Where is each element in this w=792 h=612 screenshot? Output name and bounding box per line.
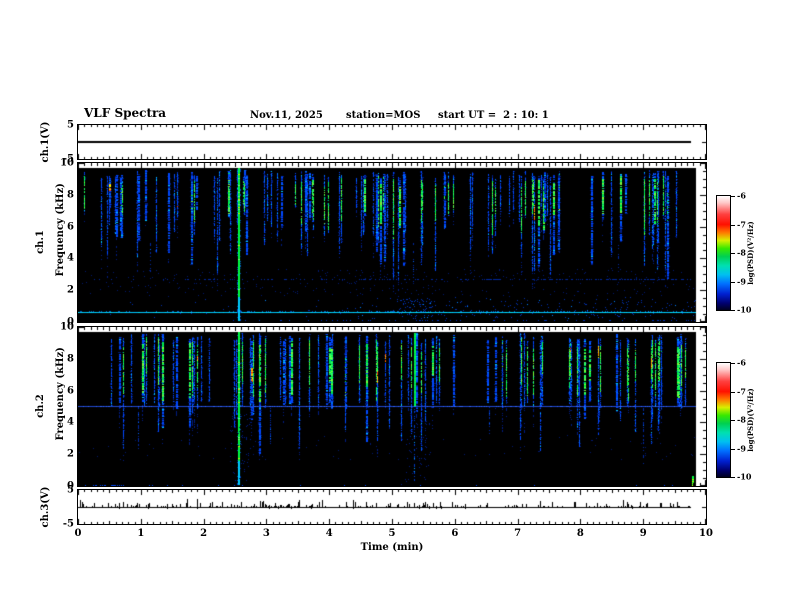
- volt-tick-label: -5: [62, 518, 74, 530]
- ch3v-axis-title: ch.3(V): [40, 486, 51, 528]
- volt-tick-label: 5: [67, 484, 74, 496]
- freq-tick-label: 6: [67, 221, 74, 233]
- header-station: station=MOS: [346, 110, 421, 121]
- colorbar-tick-label: -9: [737, 443, 746, 453]
- colorbar-tick: [731, 391, 735, 393]
- colorbar-tick: [731, 253, 735, 254]
- figure-title: VLF Spectra: [84, 106, 167, 120]
- colorbar-tick: [731, 196, 735, 197]
- ch2-spectrogram: [77, 326, 707, 487]
- freq-tick-label: 8: [67, 353, 74, 365]
- colorbar-tick-label: -10: [737, 304, 752, 315]
- ch1v-axis-title: ch.1(V): [40, 121, 51, 163]
- freq-tick-label: 6: [67, 385, 74, 397]
- colorbar-tick-label: -9: [737, 276, 746, 286]
- volt-tick-label: 5: [67, 119, 74, 131]
- time-tick-label: 1: [137, 528, 145, 539]
- spec2-axis-title: ch.2 Frequency (kHz): [35, 347, 66, 441]
- colorbar-ch2-title: log(PSD)(V²/Hz): [746, 388, 755, 452]
- time-tick-label: 8: [576, 528, 584, 539]
- freq-tick-label: 8: [67, 189, 74, 201]
- colorbar-tick-label: -7: [737, 386, 746, 396]
- time-tick-label: 5: [388, 528, 396, 539]
- colorbar-tick-label: -10: [737, 471, 752, 482]
- spec1-axis-title: ch.1 Frequency (kHz): [35, 183, 66, 277]
- time-tick-label: 7: [514, 528, 522, 539]
- colorbar-ch1: [716, 195, 731, 311]
- colorbar-tick: [731, 363, 735, 364]
- colorbar-tick: [731, 224, 735, 226]
- colorbar-tick-label: -7: [737, 219, 746, 229]
- volt-tick-label: -5: [62, 153, 74, 165]
- header-start-ut: start UT = 2 : 10: 1: [438, 110, 549, 121]
- time-tick-label: 2: [200, 528, 208, 539]
- time-tick-label: 0: [74, 528, 82, 539]
- vlf-spectra-figure: VLF Spectra Nov.11, 2025 station=MOS sta…: [0, 0, 792, 612]
- freq-tick-label: 2: [67, 284, 74, 296]
- colorbar-tick: [731, 448, 735, 450]
- colorbar-tick-label: -8: [737, 414, 746, 425]
- colorbar-tick: [731, 310, 735, 311]
- colorbar-tick-label: -8: [737, 247, 746, 258]
- freq-tick-label: 2: [67, 448, 74, 460]
- colorbar-tick: [731, 477, 735, 478]
- time-tick-label: 3: [262, 528, 270, 539]
- colorbar-tick-label: -6: [737, 190, 746, 201]
- time-axis-title: Time (min): [360, 542, 424, 553]
- time-tick-label: 4: [325, 528, 333, 539]
- time-tick-label: 10: [699, 528, 713, 539]
- freq-tick-label: 4: [67, 252, 74, 264]
- ch1-spectrogram: [77, 162, 707, 323]
- colorbar-ch2: [716, 362, 731, 478]
- ch3-voltage-panel: [77, 489, 707, 525]
- colorbar-tick-label: -6: [737, 357, 746, 368]
- time-tick-label: 6: [451, 528, 459, 539]
- colorbar-ch1-title: log(PSD)(V²/Hz): [746, 221, 755, 285]
- freq-tick-label: 4: [67, 416, 74, 428]
- ch1-voltage-panel: [77, 124, 707, 160]
- colorbar-tick: [731, 420, 735, 421]
- time-tick-label: 9: [639, 528, 647, 539]
- freq-tick-label: 10: [60, 321, 74, 333]
- colorbar-tick: [731, 281, 735, 283]
- header-date: Nov.11, 2025: [250, 110, 323, 121]
